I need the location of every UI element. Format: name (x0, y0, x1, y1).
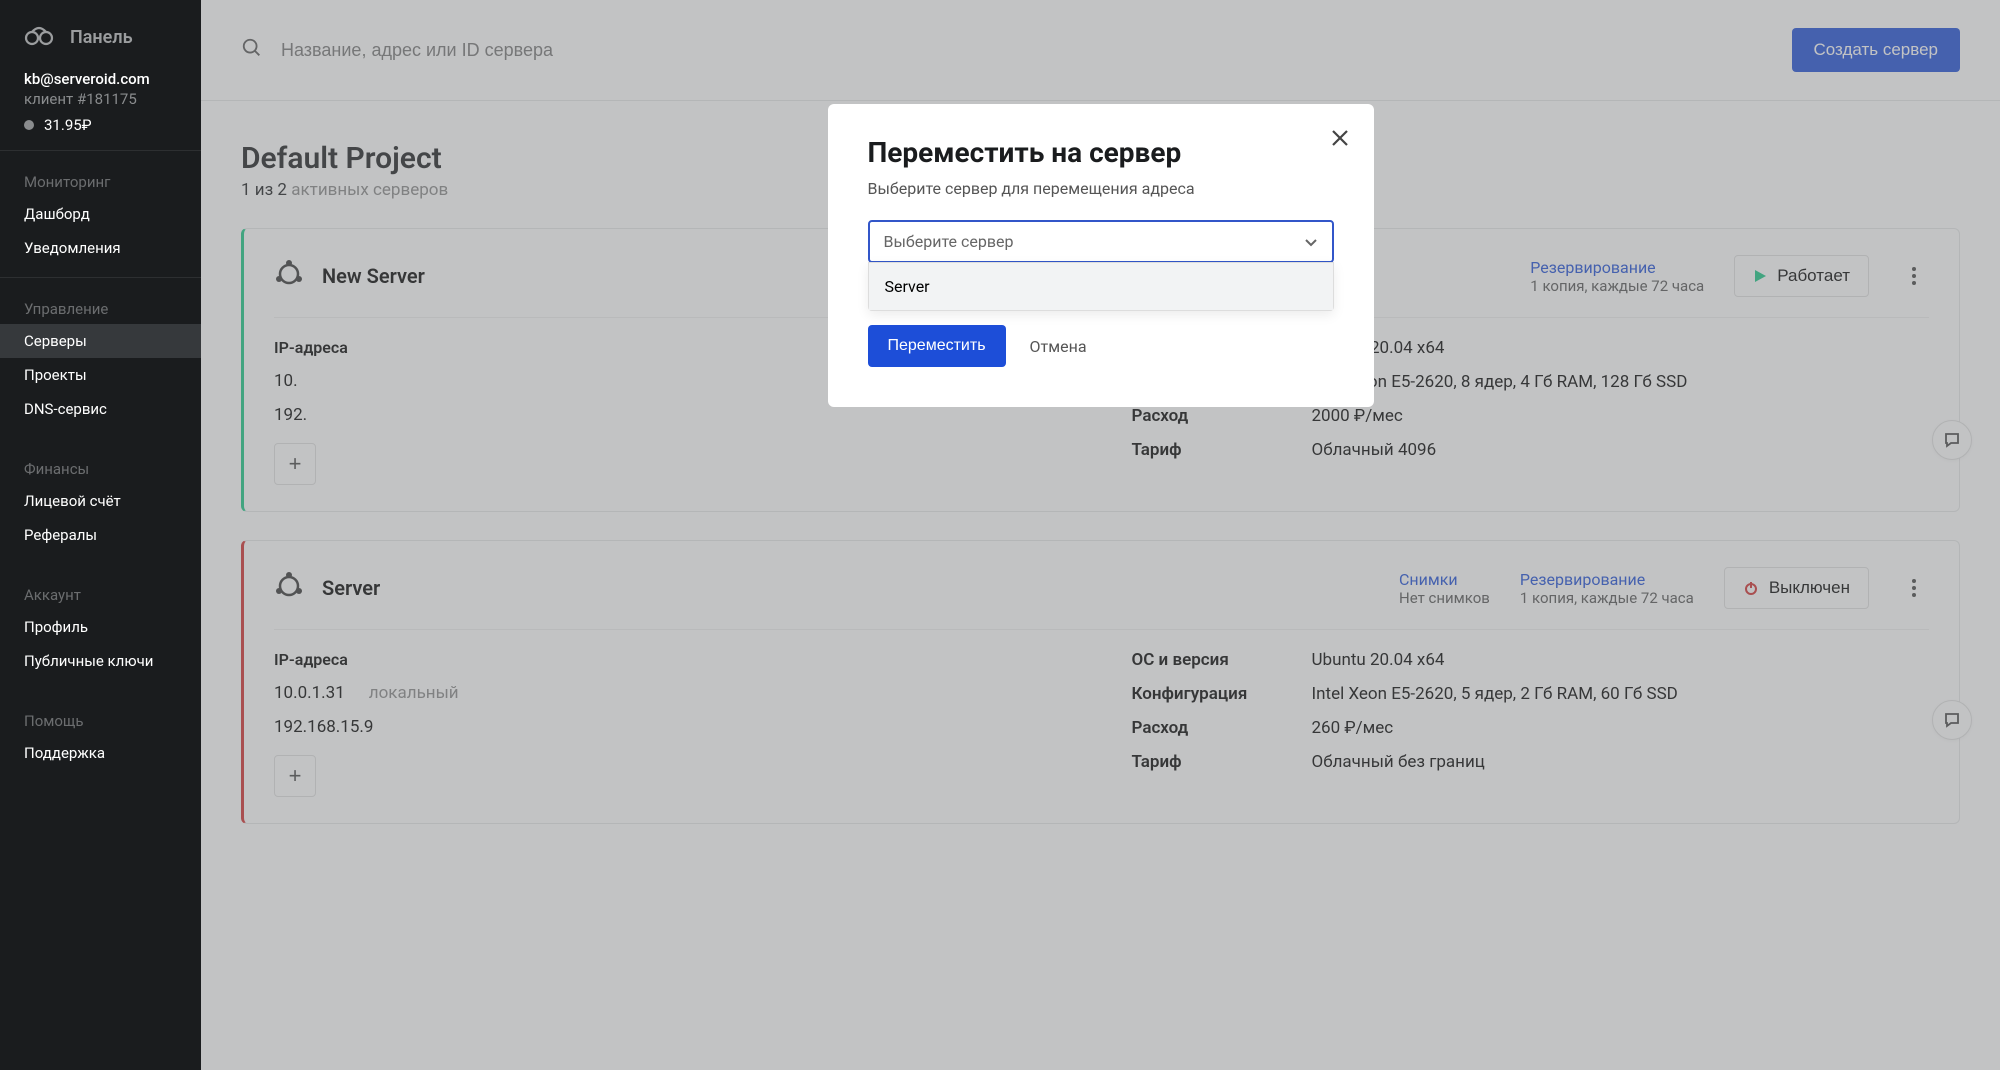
sidebar-item-projects[interactable]: Проекты (0, 358, 201, 392)
sidebar-item-dashboard[interactable]: Дашборд (0, 197, 201, 231)
sidebar: Панель kb@serveroid.com клиент #181175 3… (0, 0, 201, 1070)
nav-heading-help: Помощь (0, 702, 201, 736)
modal-cancel-button[interactable]: Отмена (1030, 337, 1087, 356)
nav-heading-monitoring: Мониторинг (0, 163, 201, 197)
balance-value: 31.95₽ (44, 116, 92, 134)
modal-overlay[interactable]: Переместить на сервер Выберите сервер дл… (201, 0, 2000, 1070)
server-select-option[interactable]: Server (869, 263, 1333, 310)
user-block: kb@serveroid.com клиент #181175 31.95₽ (0, 70, 201, 150)
sidebar-item-notifications[interactable]: Уведомления (0, 231, 201, 265)
modal-close-button[interactable] (1328, 126, 1352, 150)
sidebar-item-servers[interactable]: Серверы (0, 324, 201, 358)
sidebar-item-dns[interactable]: DNS-сервис (0, 392, 201, 426)
logo-icon (24, 24, 54, 50)
nav-heading-finances: Финансы (0, 450, 201, 484)
panel-title: Панель (70, 27, 133, 48)
nav-heading-management: Управление (0, 290, 201, 324)
server-select-dropdown: Server (868, 262, 1334, 311)
balance-dot-icon (24, 120, 34, 130)
close-icon (1328, 126, 1352, 150)
select-placeholder: Выберите сервер (884, 232, 1014, 251)
chevron-down-icon (1304, 235, 1318, 249)
modal-title: Переместить на сервер (868, 136, 1334, 169)
modal-submit-button[interactable]: Переместить (868, 325, 1006, 367)
sidebar-item-profile[interactable]: Профиль (0, 610, 201, 644)
balance: 31.95₽ (24, 116, 177, 134)
nav-heading-account: Аккаунт (0, 576, 201, 610)
main: Создать сервер Default Project 1 из 2 ак… (201, 0, 2000, 1070)
user-email: kb@serveroid.com (24, 70, 177, 88)
move-server-modal: Переместить на сервер Выберите сервер дл… (828, 104, 1374, 407)
sidebar-item-support[interactable]: Поддержка (0, 736, 201, 770)
sidebar-item-billing[interactable]: Лицевой счёт (0, 484, 201, 518)
sidebar-item-referrals[interactable]: Рефералы (0, 518, 201, 552)
server-select[interactable]: Выберите сервер (868, 220, 1334, 263)
modal-subtitle: Выберите сервер для перемещения адреса (868, 179, 1334, 198)
user-id: клиент #181175 (24, 90, 177, 108)
sidebar-item-keys[interactable]: Публичные ключи (0, 644, 201, 678)
